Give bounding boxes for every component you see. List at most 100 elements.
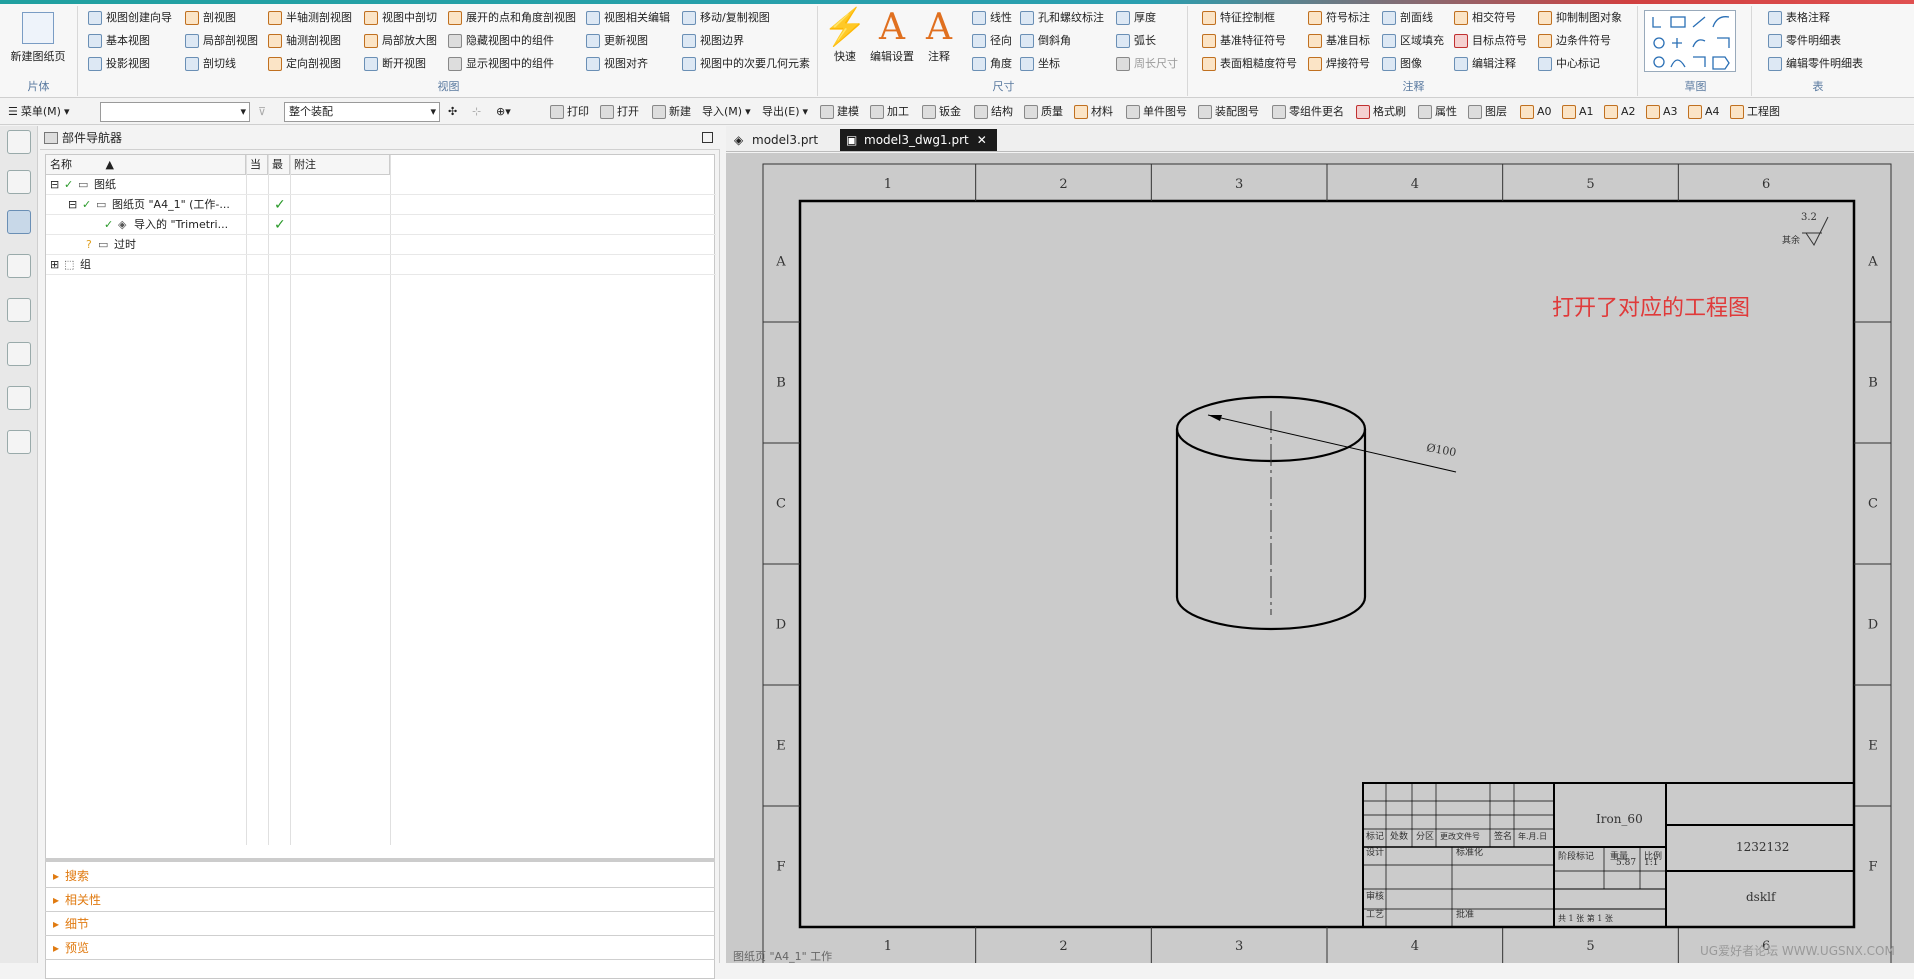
tab-model3[interactable]: ◈ model3.prt bbox=[728, 129, 828, 151]
close-icon[interactable]: ✕ bbox=[977, 133, 987, 147]
view-dependent-edit-button[interactable]: 视图相关编辑 bbox=[586, 8, 670, 27]
structure-button[interactable]: 结构 bbox=[974, 103, 1013, 121]
edit-settings-button[interactable]: A 编辑设置 bbox=[866, 8, 918, 64]
tabular-note-button[interactable]: 表格注释 bbox=[1768, 8, 1830, 27]
hatch-button[interactable]: 剖面线 bbox=[1382, 8, 1433, 27]
rename-component-button[interactable]: 零组件更名 bbox=[1272, 103, 1344, 121]
sheet-metal-button[interactable]: 钣金 bbox=[922, 103, 961, 121]
type-filter-select[interactable] bbox=[100, 102, 250, 122]
balloon-button[interactable]: 符号标注 bbox=[1308, 8, 1370, 27]
half-iso-section-button[interactable]: 半轴测剖视图 bbox=[268, 8, 352, 27]
datum-target-button[interactable]: 基准目标 bbox=[1308, 31, 1370, 50]
feature-control-frame-button[interactable]: 特征控制框 bbox=[1202, 8, 1275, 27]
note-button[interactable]: A 注释 bbox=[916, 8, 962, 64]
tools-icon[interactable] bbox=[7, 430, 31, 454]
suppress-drafting-object-button[interactable]: 抑制制图对象 bbox=[1538, 8, 1622, 27]
web-browser-icon[interactable] bbox=[7, 342, 31, 366]
column-name[interactable]: 名称 ▲ bbox=[46, 155, 246, 175]
weld-symbol-button[interactable]: 焊接符号 bbox=[1308, 54, 1370, 73]
linear-dimension-button[interactable]: 线性 bbox=[972, 8, 1012, 27]
settings-gear-icon[interactable] bbox=[7, 130, 31, 154]
datum-feature-symbol-button[interactable]: 基准特征符号 bbox=[1202, 31, 1286, 50]
hole-thread-callout-button[interactable]: 孔和螺纹标注 bbox=[1020, 8, 1104, 27]
sketch-gallery[interactable] bbox=[1644, 10, 1736, 72]
perimeter-dimension-button[interactable]: 周长尺寸 bbox=[1116, 54, 1178, 73]
detail-view-button[interactable]: 局部放大图 bbox=[364, 31, 437, 50]
export-menu[interactable]: 导出(E) ▾ bbox=[762, 103, 808, 121]
snap-options-icon[interactable]: ⊕▾ bbox=[496, 103, 511, 121]
ordinate-dimension-button[interactable]: 坐标 bbox=[1020, 54, 1060, 73]
intersection-symbol-button[interactable]: 相交符号 bbox=[1454, 8, 1516, 27]
edge-condition-symbol-button[interactable]: 边条件符号 bbox=[1538, 31, 1611, 50]
info-icon[interactable] bbox=[7, 298, 31, 322]
unfolded-section-button[interactable]: 展开的点和角度剖视图 bbox=[448, 8, 576, 27]
graphics-window[interactable]: 112233445566AABBCCDDEEFF Ø100 3.2 其余 Iro… bbox=[726, 153, 1914, 963]
panel-dependencies[interactable]: 相关性 bbox=[45, 888, 715, 912]
mass-button[interactable]: 质量 bbox=[1024, 103, 1063, 121]
hide-components-button[interactable]: 隐藏视图中的组件 bbox=[448, 31, 554, 50]
oriented-section-button[interactable]: 定向剖视图 bbox=[268, 54, 341, 73]
properties-button[interactable]: 属性 bbox=[1418, 103, 1457, 121]
iso-section-button[interactable]: 轴测剖视图 bbox=[268, 31, 341, 50]
projected-view-button[interactable]: 投影视图 bbox=[88, 54, 150, 73]
manufacturing-button[interactable]: 加工 bbox=[870, 103, 909, 121]
column-current[interactable]: 当 bbox=[246, 155, 268, 175]
move-copy-view-button[interactable]: 移动/复制视图 bbox=[682, 8, 770, 27]
tree-row-group[interactable]: ⊞ ⬚ 组 bbox=[46, 255, 716, 275]
arc-length-button[interactable]: 弧长 bbox=[1116, 31, 1156, 50]
radial-dimension-button[interactable]: 径向 bbox=[972, 31, 1012, 50]
edit-parts-list-button[interactable]: 编辑零件明细表 bbox=[1768, 54, 1863, 73]
panel-splitter[interactable] bbox=[45, 858, 715, 862]
edit-annotation-button[interactable]: 编辑注释 bbox=[1454, 54, 1516, 73]
part-navigator-icon[interactable] bbox=[7, 210, 31, 234]
area-fill-button[interactable]: 区域填充 bbox=[1382, 31, 1444, 50]
collapse-icon[interactable]: ⊟ bbox=[50, 175, 59, 195]
sheet-a0-button[interactable]: A0 bbox=[1520, 103, 1552, 121]
tree-row-drawing[interactable]: ⊟ ✓ ▭ 图纸 bbox=[46, 175, 716, 195]
part-number-button[interactable]: 单件图号 bbox=[1126, 103, 1187, 121]
tree-row-obsolete[interactable]: ? ▭ 过时 bbox=[46, 235, 716, 255]
material-button[interactable]: 材料 bbox=[1074, 103, 1113, 121]
new-sheet-button[interactable]: 新建图纸页 bbox=[8, 8, 68, 64]
rapid-dimension-button[interactable]: ⚡ 快速 bbox=[822, 8, 868, 64]
assembly-number-button[interactable]: 装配图号 bbox=[1198, 103, 1259, 121]
break-view-button[interactable]: 断开视图 bbox=[364, 54, 426, 73]
update-views-button[interactable]: 更新视图 bbox=[586, 31, 648, 50]
local-section-button[interactable]: 局部剖视图 bbox=[185, 31, 258, 50]
maximize-icon[interactable] bbox=[702, 132, 713, 143]
snap-point-icon[interactable]: ⊹ bbox=[472, 103, 481, 121]
panel-preview[interactable]: 预览 bbox=[45, 936, 715, 960]
filter-icon[interactable]: ⊽ bbox=[258, 103, 266, 121]
column-notes[interactable]: 附注 bbox=[290, 155, 390, 175]
tree-row-sheet[interactable]: ⊟ ✓ ▭ 图纸页 "A4_1" (工作-... ✓ bbox=[46, 195, 716, 215]
target-point-symbol-button[interactable]: 目标点符号 bbox=[1454, 31, 1527, 50]
tree-row-imported-view[interactable]: ✓ ◈ 导入的 "Trimetri... ✓ bbox=[46, 215, 716, 235]
open-button[interactable]: 打开 bbox=[600, 103, 639, 121]
show-components-button[interactable]: 显示视图中的组件 bbox=[448, 54, 554, 73]
view-wizard-button[interactable]: 视图创建向导 bbox=[88, 8, 172, 27]
import-menu[interactable]: 导入(M) ▾ bbox=[702, 103, 751, 121]
sheet-a4-button[interactable]: A4 bbox=[1688, 103, 1720, 121]
align-view-button[interactable]: 视图对齐 bbox=[586, 54, 648, 73]
surface-finish-symbol-button[interactable]: 表面粗糙度符号 bbox=[1202, 54, 1297, 73]
collapse-icon[interactable]: ⊟ bbox=[68, 195, 77, 215]
drawing-button[interactable]: 工程图 bbox=[1730, 103, 1780, 121]
column-latest[interactable]: 最 bbox=[268, 155, 290, 175]
layer-button[interactable]: 图层 bbox=[1468, 103, 1507, 121]
chamfer-dimension-button[interactable]: 倒斜角 bbox=[1020, 31, 1071, 50]
in-view-section-button[interactable]: 视图中剖切 bbox=[364, 8, 437, 27]
reuse-library-icon[interactable] bbox=[7, 254, 31, 278]
section-line-button[interactable]: 剖切线 bbox=[185, 54, 236, 73]
snap-icon[interactable]: ✣ bbox=[448, 103, 457, 121]
new-button[interactable]: 新建 bbox=[652, 103, 691, 121]
sheet-a2-button[interactable]: A2 bbox=[1604, 103, 1636, 121]
panel-details[interactable]: 细节 bbox=[45, 912, 715, 936]
assembly-navigator-icon[interactable] bbox=[7, 170, 31, 194]
parts-list-button[interactable]: 零件明细表 bbox=[1768, 31, 1841, 50]
secondary-geometry-button[interactable]: 视图中的次要几何元素 bbox=[682, 54, 810, 73]
angular-dimension-button[interactable]: 角度 bbox=[972, 54, 1012, 73]
print-button[interactable]: 打印 bbox=[550, 103, 589, 121]
modeling-button[interactable]: 建模 bbox=[820, 103, 859, 121]
thickness-dimension-button[interactable]: 厚度 bbox=[1116, 8, 1156, 27]
sheet-a1-button[interactable]: A1 bbox=[1562, 103, 1594, 121]
